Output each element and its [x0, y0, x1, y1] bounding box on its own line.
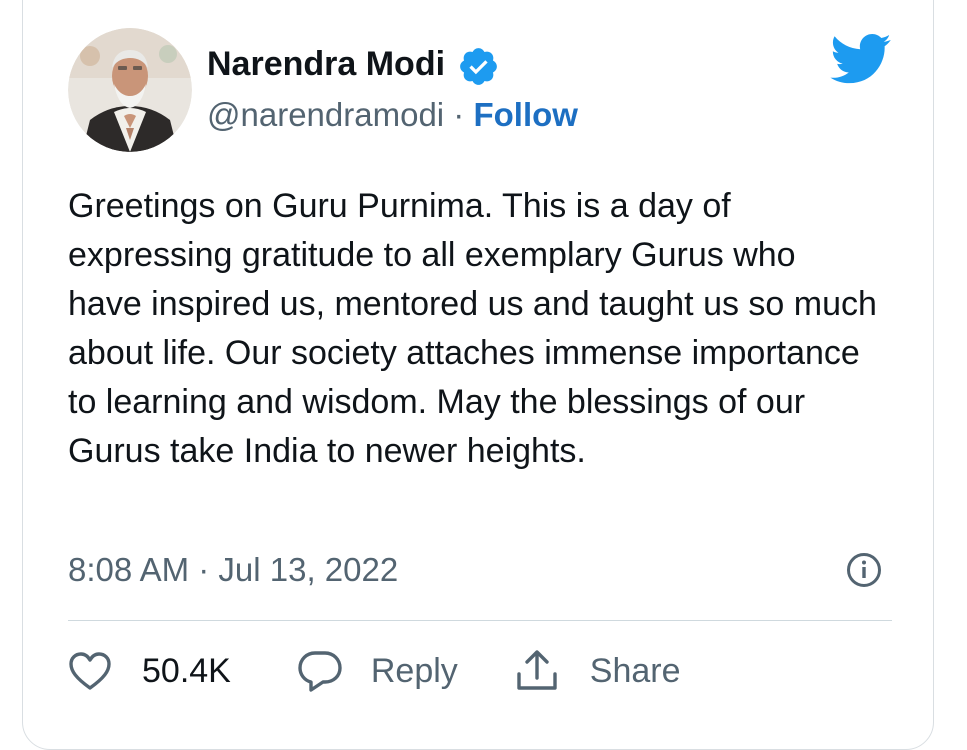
handle-separator: ·: [453, 96, 465, 133]
heart-icon: [69, 652, 111, 690]
tweet-text: Greetings on Guru Purnima. This is a day…: [68, 187, 877, 470]
like-button[interactable]: 50.4K: [68, 649, 231, 693]
avatar-image: [68, 28, 192, 152]
share-icon: [517, 650, 557, 690]
reply-bubble-icon: [298, 651, 342, 692]
author-name[interactable]: Narendra Modi: [207, 42, 445, 86]
share-button[interactable]: Share: [514, 648, 681, 694]
avatar[interactable]: [68, 28, 192, 152]
verified-badge-icon: [460, 48, 497, 85]
reply-label: Reply: [370, 652, 458, 690]
info-icon[interactable]: [846, 552, 882, 588]
follow-button[interactable]: Follow: [473, 96, 577, 133]
author-handle-line: @narendramodi · Follow: [207, 94, 578, 136]
twitter-logo[interactable]: [830, 34, 892, 84]
reply-button[interactable]: Reply: [297, 649, 458, 693]
action-bar: 50.4K Reply Share: [68, 640, 681, 702]
like-count: 50.4K: [142, 652, 231, 690]
share-label: Share: [589, 652, 681, 690]
tweet-timestamp[interactable]: 8:08 AM · Jul 13, 2022: [68, 548, 398, 592]
divider: [68, 620, 892, 621]
author-handle[interactable]: @narendramodi: [207, 96, 444, 133]
